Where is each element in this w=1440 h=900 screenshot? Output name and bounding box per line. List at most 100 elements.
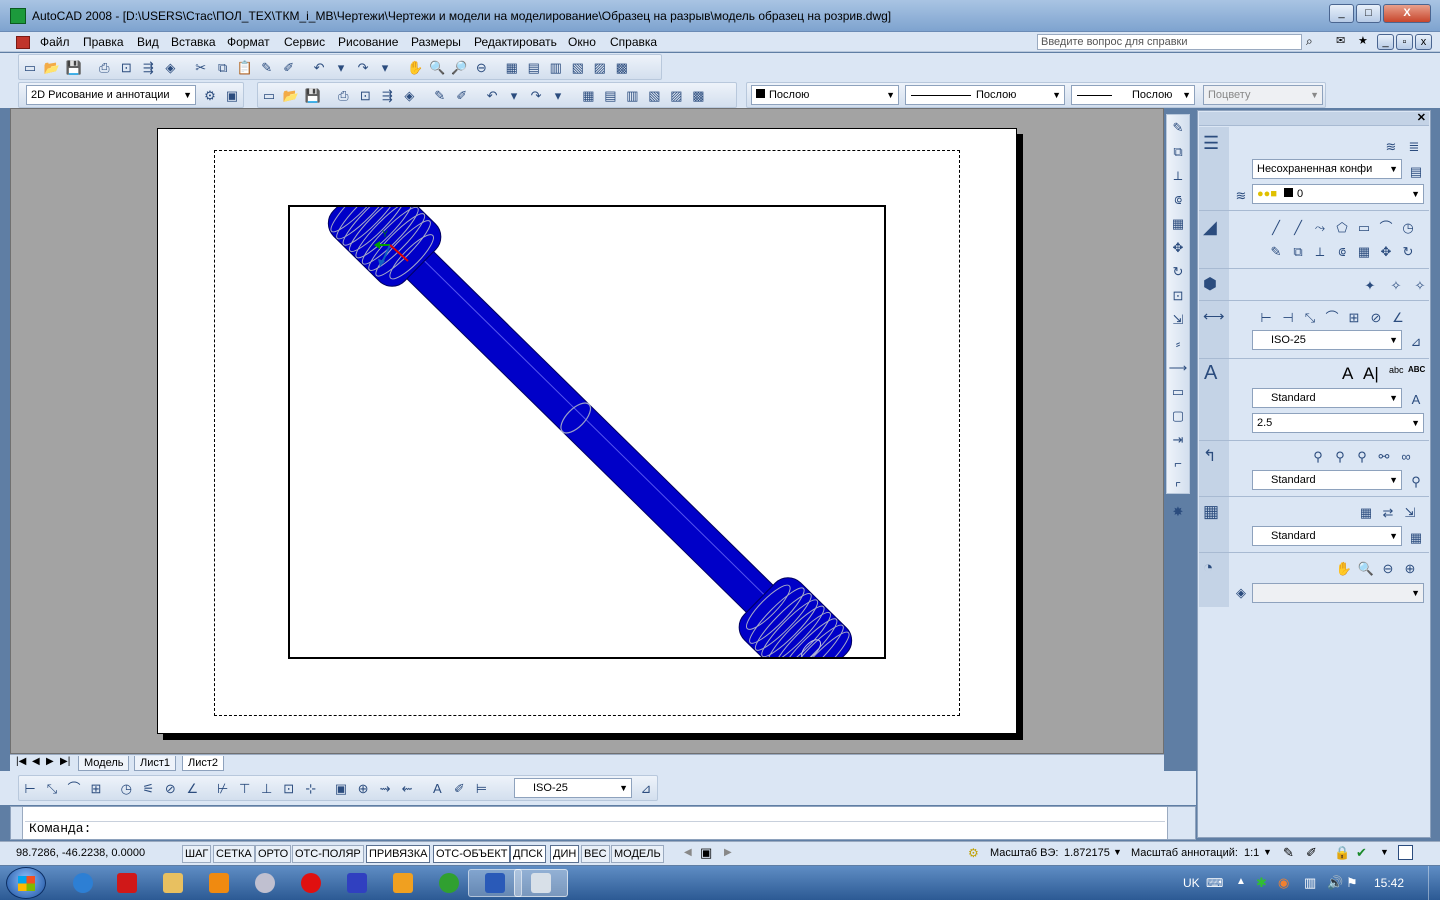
dyn-toggle[interactable]: ДИН <box>550 845 580 863</box>
rectangle-icon[interactable]: ▭ <box>1354 217 1374 237</box>
ordinate-icon[interactable]: ⊞ <box>86 778 106 798</box>
layer-properties-icon[interactable]: ≋ <box>1381 136 1401 156</box>
workspace-select[interactable]: 2D Рисование и аннотации ▼ <box>26 85 196 105</box>
doc-close-button[interactable]: x <box>1415 34 1432 50</box>
annotation-scale-value[interactable]: 1:1 <box>1244 847 1259 859</box>
coordinates-display[interactable]: 98.7286, -46.2238, 0.0000 <box>16 847 145 859</box>
center-mark-icon[interactable]: ⊕ <box>353 778 373 798</box>
volume-icon[interactable]: 🔊 <box>1327 875 1343 891</box>
otrack-toggle[interactable]: ОТС-ОБЪЕКТ <box>433 845 511 863</box>
fillet-icon[interactable]: ⌜ <box>1168 477 1188 497</box>
properties-icon[interactable]: ▦ <box>578 85 598 105</box>
plot-icon[interactable]: ⎙ <box>94 57 114 77</box>
navigation-panel-icon[interactable]: ◔ <box>1203 558 1213 578</box>
polygon-icon[interactable]: ⬠ <box>1332 217 1352 237</box>
hatch-icon[interactable]: ✧ <box>1410 275 1430 295</box>
stretch-icon[interactable]: ⇲ <box>1168 309 1188 329</box>
dimension-style-icon[interactable]: ⊿ <box>1406 331 1426 351</box>
autocad-app-icon[interactable] <box>10 8 26 24</box>
add-leader-icon[interactable]: ⚲ <box>1330 446 1350 466</box>
cut-icon[interactable]: ✂ <box>191 57 211 77</box>
array-icon[interactable]: ▦ <box>1354 241 1374 261</box>
zoom-window-icon[interactable]: ⊕ <box>1400 558 1420 578</box>
dimension-update-icon[interactable]: ⊨ <box>471 778 491 798</box>
dimension-edit-icon[interactable]: A <box>427 778 447 798</box>
3d-dwf-icon[interactable]: ◈ <box>160 57 180 77</box>
markup-icon[interactable]: ▨ <box>666 85 686 105</box>
menu-view[interactable]: Вид <box>137 35 159 49</box>
zoom-previous-icon[interactable]: ⊖ <box>1378 558 1398 578</box>
linear-dimension-icon[interactable]: ⊢ <box>1256 307 1276 327</box>
copy-object-icon[interactable]: ⧉ <box>1288 241 1308 261</box>
design-center-icon[interactable]: ▤ <box>524 57 544 77</box>
rotate-icon[interactable]: ↻ <box>1168 261 1188 281</box>
command-prompt[interactable]: Команда: <box>29 821 91 836</box>
open-file-icon[interactable]: 📂 <box>42 57 62 77</box>
boundary-icon[interactable]: ✧ <box>1386 275 1406 295</box>
maximize-viewport-icon[interactable]: ▣ <box>700 845 712 861</box>
network-tray-icon[interactable]: ▥ <box>1304 875 1316 891</box>
text-panel-icon[interactable]: A <box>1204 362 1217 385</box>
inspection-icon[interactable]: ⇝ <box>375 778 395 798</box>
zoom-previous-icon[interactable]: ⊖ <box>471 57 491 77</box>
named-views-select[interactable]: ▼ <box>1252 583 1424 603</box>
sheet-set-icon[interactable]: ▧ <box>568 57 588 77</box>
palette-close-icon[interactable]: ✕ <box>1417 111 1426 124</box>
first-tab-icon[interactable]: |◀ <box>16 756 26 767</box>
region-icon[interactable]: ✦ <box>1360 275 1380 295</box>
publish-icon[interactable]: ⇶ <box>138 57 158 77</box>
my-workspace-icon[interactable]: ▣ <box>222 85 242 105</box>
plot-icon[interactable]: ⎙ <box>333 85 353 105</box>
save-icon[interactable]: 💾 <box>303 85 323 105</box>
redo-icon[interactable]: ↷ <box>526 85 546 105</box>
menu-dimension[interactable]: Размеры <box>411 35 461 49</box>
plot-preview-icon[interactable]: ⊡ <box>116 57 136 77</box>
plot-preview-icon[interactable]: ⊡ <box>355 85 375 105</box>
dimension-panel-icon[interactable]: ⟷ <box>1203 307 1225 325</box>
close-button[interactable]: X <box>1383 4 1431 23</box>
extract-data-icon[interactable]: ⇲ <box>1400 502 1420 522</box>
offset-icon[interactable]: ⟃ <box>1332 241 1352 261</box>
radius-dimension-icon[interactable]: ⊞ <box>1344 307 1364 327</box>
tool-palettes-icon[interactable]: ▥ <box>546 57 566 77</box>
communication-icon[interactable]: ✔ <box>1356 845 1367 861</box>
polyline-icon[interactable]: ╱ <box>1288 217 1308 237</box>
arc-length-icon[interactable]: ⌒ <box>64 778 84 798</box>
collect-leaders-icon[interactable]: ∞ <box>1396 446 1416 466</box>
text-style-select[interactable]: Standard ▼ <box>1252 388 1402 408</box>
pan-icon[interactable]: ✋ <box>405 57 425 77</box>
angular-dimension-icon[interactable]: ∠ <box>1388 307 1408 327</box>
chamfer-icon[interactable]: ⌐ <box>1168 453 1188 473</box>
menu-insert[interactable]: Вставка <box>171 35 216 49</box>
pan-icon[interactable]: ✋ <box>1334 558 1354 578</box>
last-tab-icon[interactable]: ▶| <box>60 756 70 767</box>
angular-dimension-icon[interactable]: ∠ <box>182 778 202 798</box>
data-link-icon[interactable]: ⇄ <box>1378 502 1398 522</box>
tab-model[interactable]: Модель <box>78 756 130 771</box>
markup-icon[interactable]: ▨ <box>590 57 610 77</box>
align-leaders-icon[interactable]: ⚯ <box>1374 446 1394 466</box>
copy-object-icon[interactable]: ⧉ <box>1168 141 1188 161</box>
grid-toggle[interactable]: СЕТКА <box>213 845 255 863</box>
arc-icon[interactable]: ⌒ <box>1376 217 1396 237</box>
tray-browser-icon[interactable]: ◉ <box>1278 875 1289 891</box>
diameter-dimension-icon[interactable]: ⊘ <box>1366 307 1386 327</box>
ducs-toggle[interactable]: ДПСК <box>510 845 546 863</box>
tool-palettes-icon[interactable]: ▥ <box>622 85 642 105</box>
layer-select[interactable]: ●●■ 0 ▼ <box>1252 184 1424 204</box>
redo-dropdown-icon[interactable]: ▾ <box>375 57 395 77</box>
undo-icon[interactable]: ↶ <box>482 85 502 105</box>
undo-dropdown-icon[interactable]: ▾ <box>504 85 524 105</box>
join-icon[interactable]: ⇥ <box>1168 429 1188 449</box>
next-tab-icon[interactable]: ▶ <box>46 756 54 767</box>
menu-draw[interactable]: Рисование <box>338 35 398 49</box>
layer-states-icon[interactable]: ≣ <box>1404 136 1424 156</box>
block-editor-icon[interactable]: ✐ <box>452 85 472 105</box>
break-icon[interactable]: ▢ <box>1168 405 1188 425</box>
multileader-panel-icon[interactable]: ↰ <box>1203 446 1216 466</box>
continue-icon[interactable]: ⊥ <box>257 778 277 798</box>
chevron-down-icon[interactable]: ▼ <box>1263 847 1272 857</box>
multileader-icon[interactable]: ⚲ <box>1308 446 1328 466</box>
dimension-space-icon[interactable]: ⊡ <box>279 778 299 798</box>
extend-icon[interactable]: ⟶ <box>1168 357 1188 377</box>
